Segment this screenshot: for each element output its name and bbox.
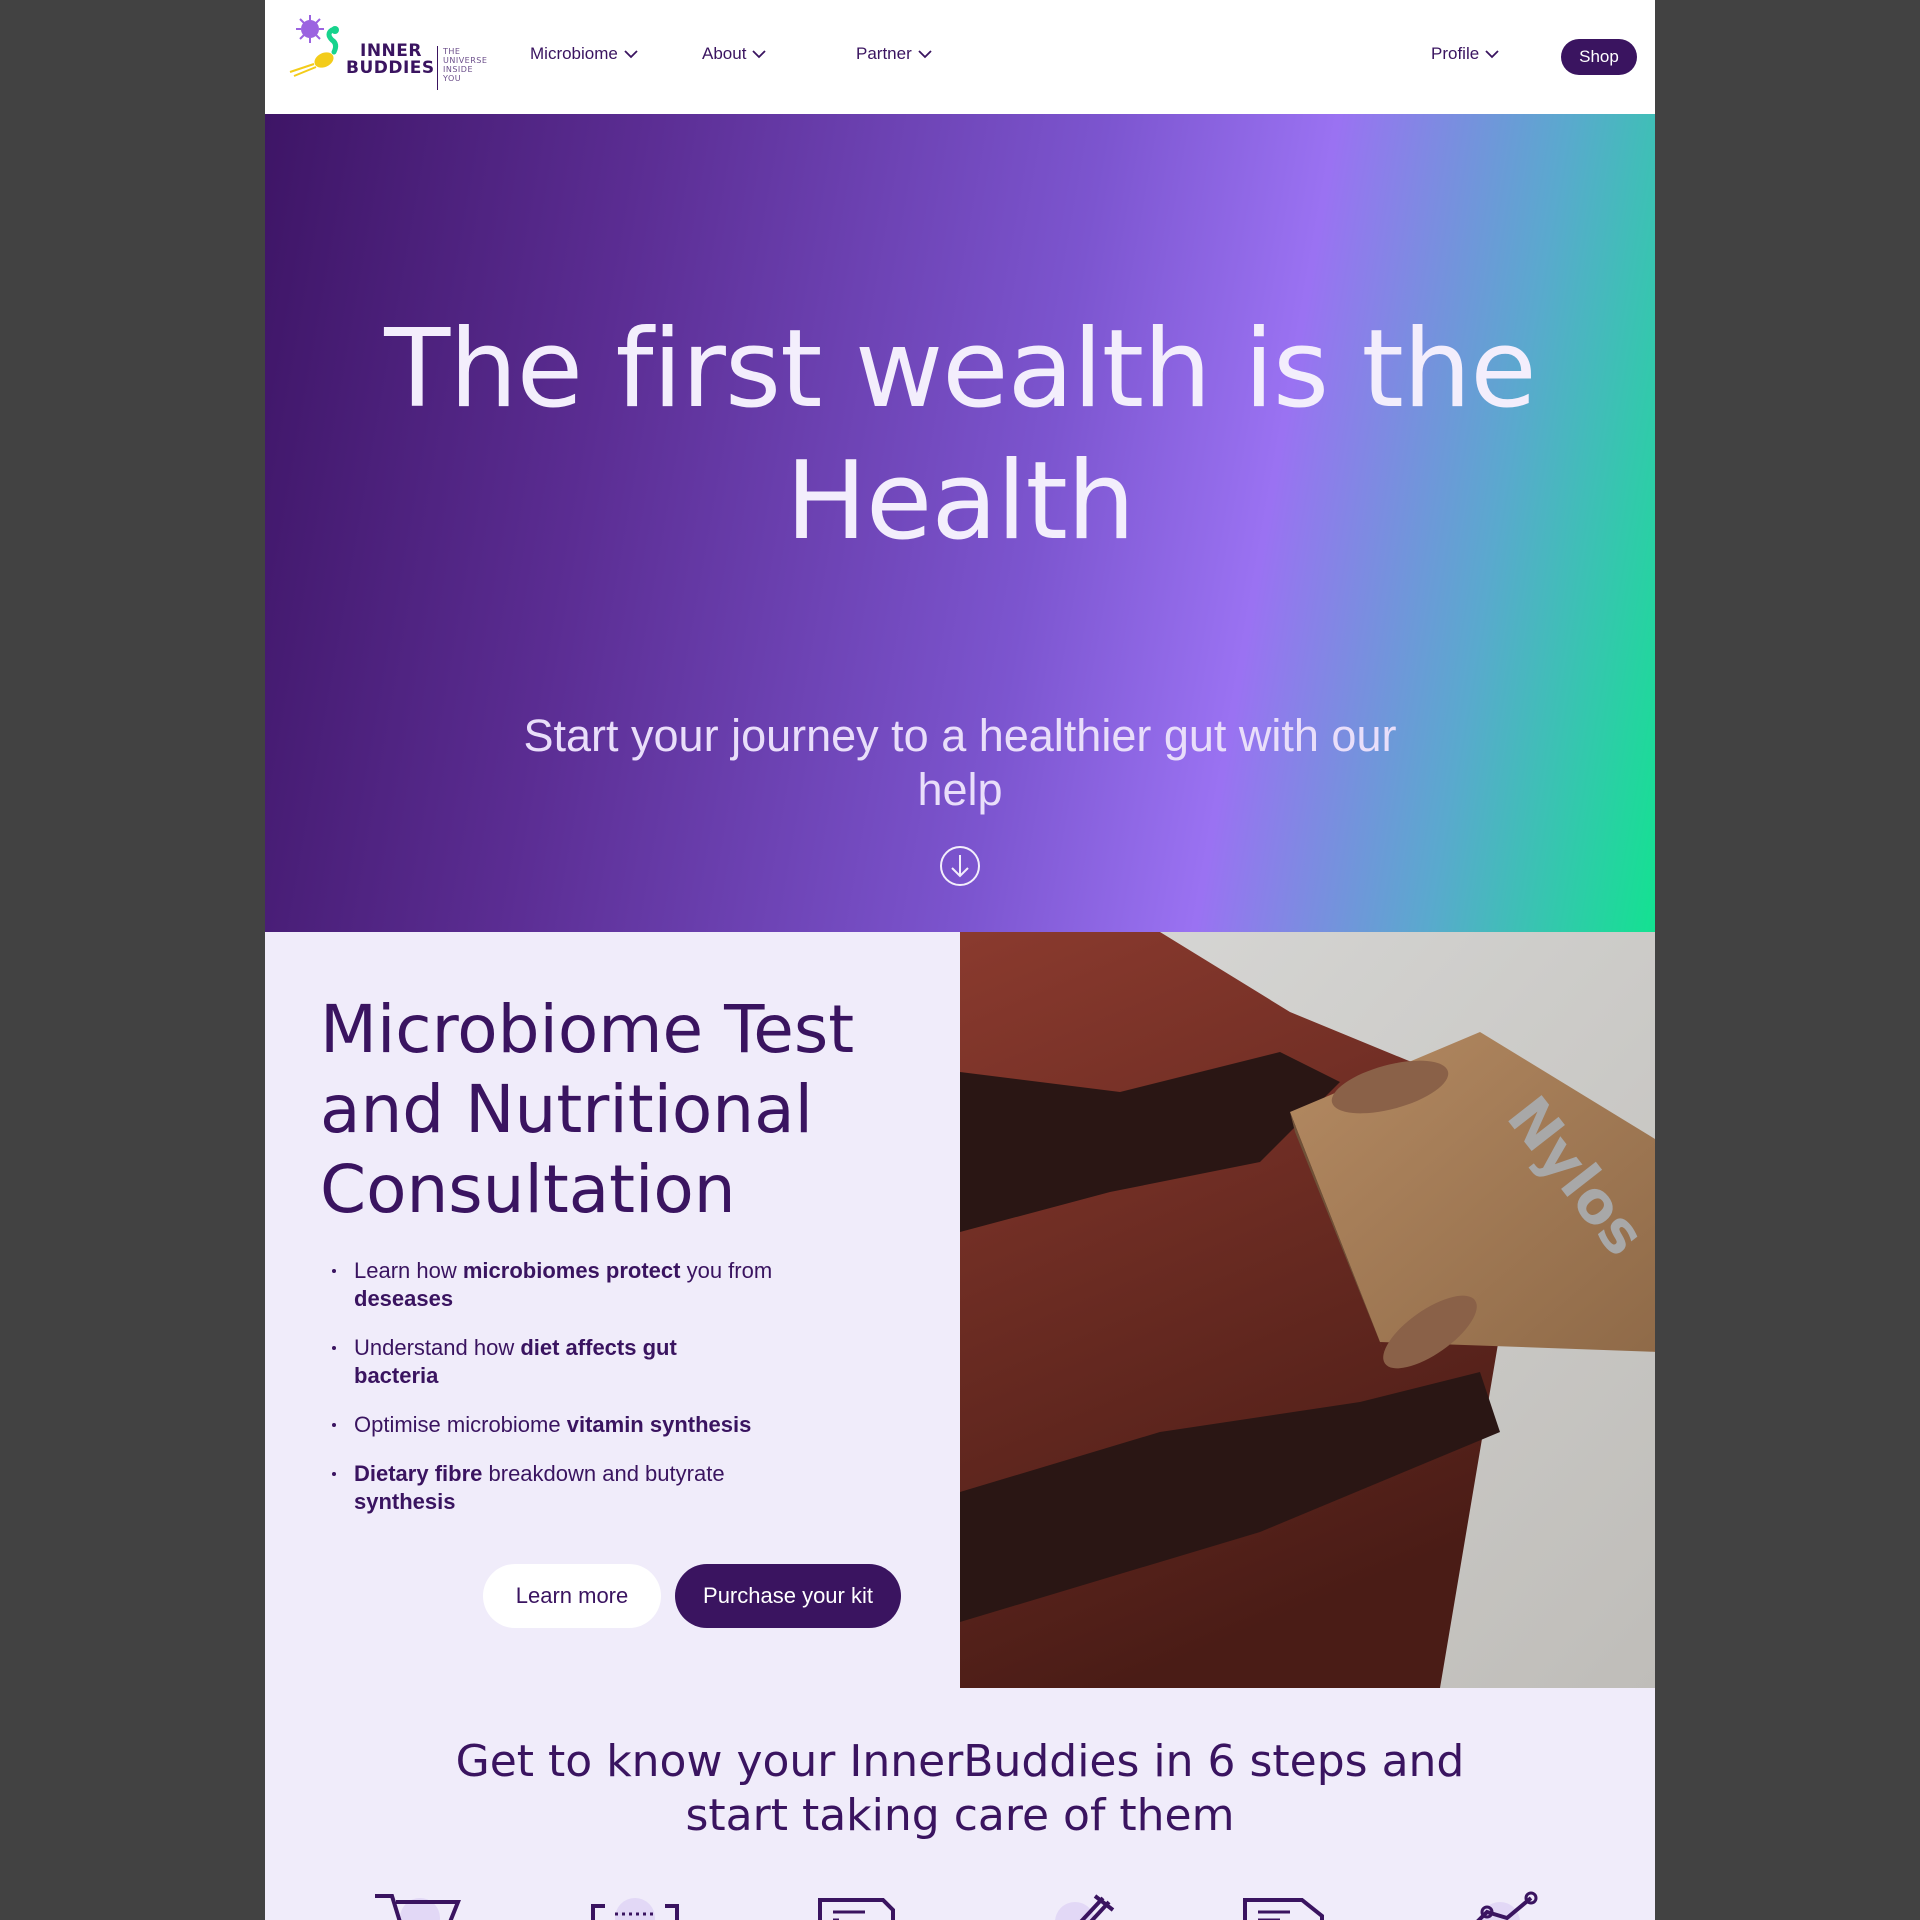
chevron-down-icon: [624, 49, 638, 58]
bullet-text: Understand how: [354, 1335, 521, 1360]
feature-bullet-list: Learn how microbiomes protect you from d…: [320, 1257, 840, 1537]
sample-tube-icon: [1055, 1894, 1115, 1920]
list-item: Learn how microbiomes protect you from d…: [320, 1257, 840, 1313]
site-header: INNER BUDDIES THE UNIVERSE INSIDE YOU Mi…: [265, 0, 1655, 114]
bullet-emphasis: deseases: [354, 1286, 454, 1311]
bullet-text: Learn how: [354, 1258, 463, 1283]
nav-item-about[interactable]: About: [702, 44, 767, 64]
list-item: Optimise microbiome vitamin synthesis: [320, 1411, 840, 1439]
hero-product-photo: Nylos: [960, 932, 1655, 1688]
shop-button[interactable]: Shop: [1561, 39, 1637, 75]
logo-mascot-icon: [289, 15, 339, 77]
logo-divider: [437, 46, 438, 90]
tagline-word: INSIDE: [443, 65, 473, 74]
photo-illustration: Nylos: [960, 932, 1655, 1688]
bullet-text: breakdown and butyrate: [482, 1461, 725, 1486]
feature-title: Microbiome Test and Nutritional Consulta…: [320, 991, 855, 1228]
hero-subtitle: Start your journey to a healthier gut wi…: [523, 710, 1397, 815]
kit-box-icon: [591, 1898, 679, 1920]
list-item: Understand how diet affects gut bacteria: [320, 1334, 694, 1390]
bullet-emphasis: microbiomes protect: [462, 1258, 681, 1283]
learn-more-button[interactable]: Learn more: [483, 1564, 661, 1628]
bullet-emphasis: vitamin synthesis: [566, 1412, 752, 1437]
results-chart-icon: [1476, 1891, 1538, 1920]
logo-word-buddies: BUDDIES: [346, 58, 435, 78]
chevron-down-icon: [918, 49, 932, 58]
hero-section: The first wealth is the Health Start you…: [265, 114, 1655, 932]
purchase-kit-button[interactable]: Purchase your kit: [675, 1564, 901, 1628]
cart-icon: [375, 1894, 461, 1920]
chevron-down-icon: [1485, 49, 1499, 58]
shipping-icon: [1243, 1898, 1324, 1920]
bullet-emphasis: Dietary fibre: [354, 1461, 483, 1486]
bullet-text: Optimise microbiome: [354, 1412, 567, 1437]
innerbuddies-logo[interactable]: INNER BUDDIES THE UNIVERSE INSIDE YOU: [280, 12, 487, 90]
nav-item-label: Profile: [1431, 44, 1480, 63]
steps-title: Get to know your InnerBuddies in 6 steps…: [455, 1736, 1465, 1841]
nav-item-microbiome[interactable]: Microbiome: [530, 44, 638, 64]
page: INNER BUDDIES THE UNIVERSE INSIDE YOU Mi…: [265, 0, 1655, 1920]
nav-item-label: Microbiome: [530, 44, 618, 63]
chevron-down-icon: [752, 49, 767, 58]
nav-item-label: About: [702, 44, 747, 63]
list-item: Dietary fibre breakdown and butyrate syn…: [320, 1460, 774, 1516]
hero-title: The first wealth is the Health: [384, 307, 1537, 564]
tagline-word: THE: [443, 47, 461, 56]
tagline-word: UNIVERSE: [443, 56, 488, 65]
logo-tagline: THE UNIVERSE INSIDE YOU: [443, 47, 487, 83]
bullet-emphasis: synthesis: [354, 1489, 456, 1514]
feature-section: Microbiome Test and Nutritional Consulta…: [265, 932, 960, 1688]
nav-item-label: Partner: [856, 44, 912, 63]
logo-wordmark: INNER BUDDIES: [346, 43, 435, 77]
nav-item-profile[interactable]: Profile: [1431, 44, 1499, 64]
nav-item-partner[interactable]: Partner: [856, 44, 932, 64]
form-icon: [818, 1898, 895, 1920]
scroll-down-arrow-icon[interactable]: [939, 845, 981, 887]
tagline-word: YOU: [443, 74, 462, 83]
bullet-text: you from: [680, 1258, 773, 1283]
